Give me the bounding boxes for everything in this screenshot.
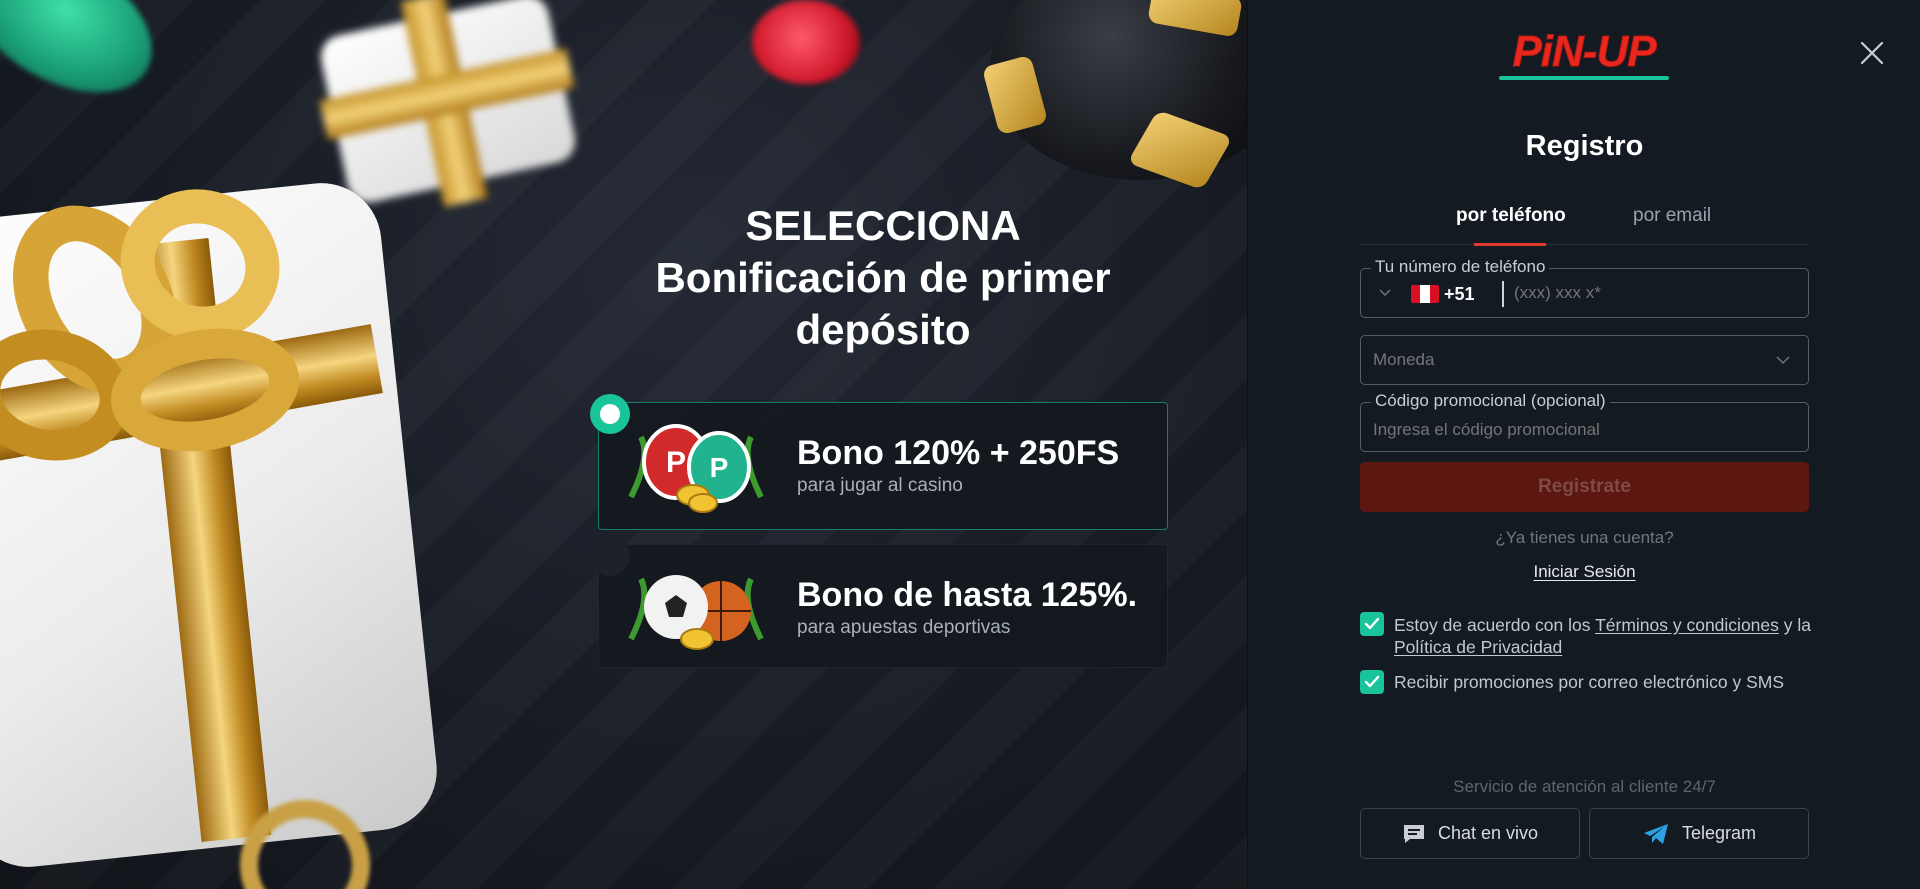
casino-chip-image <box>0 0 177 122</box>
login-link[interactable]: Iniciar Sesión <box>1533 562 1635 581</box>
live-chat-label: Chat en vivo <box>1437 823 1539 843</box>
registration-panel: PiN-UP Registro por teléfono por email T… <box>1247 0 1920 889</box>
bonus-title: Bono de hasta 125%. <box>797 576 1138 614</box>
promo-code-input[interactable] <box>1373 420 1793 440</box>
terms-link[interactable]: Términos y condiciones <box>1595 615 1779 635</box>
terms-text: Estoy de acuerdo con los Términos y cond… <box>1394 614 1814 658</box>
terms-middle: y la <box>1778 615 1811 635</box>
svg-text:P: P <box>710 452 729 483</box>
tab-email[interactable]: por email <box>1633 205 1711 227</box>
telegram-button[interactable]: Telegram <box>1589 808 1809 859</box>
svg-text:P: P <box>666 446 686 479</box>
live-chat-button[interactable]: Chat en vivo <box>1360 808 1580 859</box>
register-button[interactable]: Registrate <box>1360 462 1809 512</box>
casino-chips-icon: P P <box>628 424 764 513</box>
svg-text:PiN-UP: PiN-UP <box>1512 27 1657 76</box>
bonus-subtitle: para apuestas deportivas <box>797 617 1011 638</box>
bonus-subtitle: para jugar al casino <box>797 475 963 496</box>
text-cursor <box>1502 281 1504 307</box>
login-link-container: Iniciar Sesión <box>1248 562 1920 582</box>
phone-input[interactable] <box>1514 283 1794 303</box>
phone-field[interactable]: Tu número de teléfono +51 <box>1360 257 1809 318</box>
promos-opt-in-text: Recibir promociones por correo electróni… <box>1394 672 1785 692</box>
chevron-down-icon[interactable] <box>1379 289 1391 297</box>
telegram-label: Telegram <box>1681 823 1757 843</box>
currency-select[interactable] <box>1360 335 1809 385</box>
chevron-down-icon[interactable] <box>1776 356 1790 365</box>
active-tab-indicator <box>1474 243 1546 246</box>
sports-balls-icon <box>628 575 764 650</box>
promo-code-label: Código promocional (opcional) <box>1371 391 1610 411</box>
pin-up-logo[interactable]: PiN-UP <box>1493 24 1675 84</box>
promo-title-line1: SELECCIONA <box>745 202 1021 249</box>
bonus-option-sports[interactable]: Bono de hasta 125%. para apuestas deport… <box>590 536 1168 668</box>
privacy-link[interactable]: Política de Privacidad <box>1394 637 1562 657</box>
promo-title: SELECCIONA Bonificación de primer depósi… <box>600 200 1166 356</box>
close-icon[interactable] <box>1859 40 1885 66</box>
terms-checkbox[interactable] <box>1360 612 1384 636</box>
phone-field-label: Tu número de teléfono <box>1371 257 1550 277</box>
registration-tabs: por teléfono por email <box>1360 203 1809 246</box>
promo-title-line2: Bonificación de primer depósito <box>655 254 1111 353</box>
casino-chip-image <box>752 0 860 84</box>
checkmark-icon <box>1364 617 1380 630</box>
promos-checkbox[interactable] <box>1360 670 1384 694</box>
chat-bubble-icon <box>1403 824 1424 843</box>
registration-title: Registro <box>1525 130 1644 162</box>
promo-code-field[interactable]: Código promocional (opcional) <box>1360 391 1809 452</box>
bonus-title: Bono 120% + 250FS <box>797 434 1120 472</box>
promo-panel: SELECCIONA Bonificación de primer depósi… <box>0 0 1247 889</box>
checkmark-icon <box>1364 675 1380 688</box>
bonus-option-casino[interactable]: P P Bono 120% + 250FS para jugar al casi… <box>590 394 1168 530</box>
gift-box-image <box>316 0 580 207</box>
terms-prefix: Estoy de acuerdo con los <box>1394 615 1596 635</box>
support-label: Servicio de atención al cliente 24/7 <box>1453 777 1716 796</box>
country-code[interactable]: +51 <box>1444 284 1475 305</box>
telegram-icon <box>1643 823 1668 844</box>
peru-flag-icon[interactable] <box>1411 285 1439 303</box>
tab-phone[interactable]: por teléfono <box>1456 205 1566 227</box>
have-account-text: ¿Ya tienes una cuenta? <box>1495 528 1674 547</box>
currency-input[interactable] <box>1373 350 1793 370</box>
